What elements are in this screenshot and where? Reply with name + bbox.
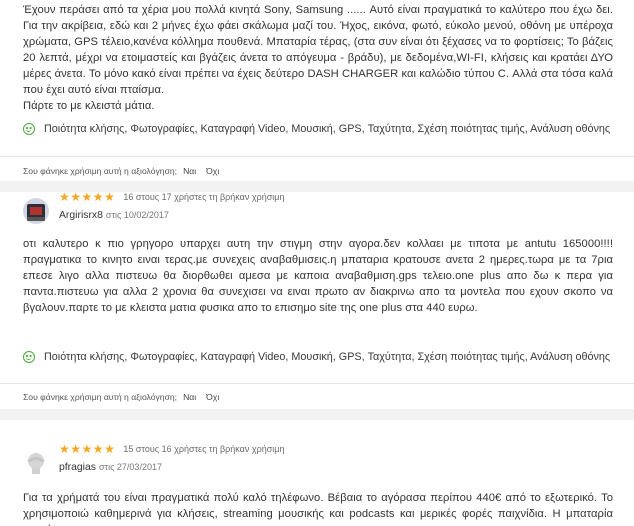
review-author: Argirisrx8 στις 10/02/2017 xyxy=(59,210,169,221)
star-icon: ★ xyxy=(104,442,115,456)
smile-icon xyxy=(23,123,35,135)
helpful-no-link[interactable]: Όχι xyxy=(206,392,219,402)
review-author: pfragias στις 27/03/2017 xyxy=(59,462,162,473)
author-name-link[interactable]: pfragias xyxy=(59,462,96,473)
review-2-helpful: Σου φάνηκε χρήσιμη αυτή η αξιολόγηση; Να… xyxy=(23,391,229,403)
smile-icon xyxy=(23,351,35,363)
rating-stars: ★ ★ ★ ★ ★ 16 στους 17 χρήστες τη βρήκαν … xyxy=(59,190,284,204)
helpful-yes-link[interactable]: Ναι xyxy=(183,392,196,402)
avatar xyxy=(23,198,49,224)
author-name-link[interactable]: Argirisrx8 xyxy=(59,210,103,221)
review-2-body: οτι καλυτερο κ πιο γρηγορο υπαρχει αυτη … xyxy=(23,236,613,316)
review-3-text: Για τα χρήματά του είναι πραγματικά πολύ… xyxy=(23,492,613,526)
helpful-question: Σου φάνηκε χρήσιμη αυτή η αξιολόγηση; xyxy=(23,166,178,176)
review-1-body: Έχουν περάσει από τα χέρια μου πολλά κιν… xyxy=(23,2,613,114)
star-icon: ★ xyxy=(104,190,115,204)
review-separator xyxy=(0,409,634,420)
helpful-count: 16 στους 17 χρήστες τη βρήκαν χρήσιμη xyxy=(123,192,285,202)
star-icon: ★ xyxy=(81,442,93,456)
review-1-pros-text: Ποιότητα κλήσης, Φωτογραφίες, Καταγραφή … xyxy=(44,123,611,135)
review-1-text: Έχουν περάσει από τα χέρια μου πολλά κιν… xyxy=(23,4,613,112)
star-icon: ★ xyxy=(70,442,82,456)
helpful-count: 15 στους 16 χρήστες τη βρήκαν χρήσιμη xyxy=(123,444,285,454)
review-2-pros: Ποιότητα κλήσης, Φωτογραφίες, Καταγραφή … xyxy=(23,349,610,365)
review-date: στις 27/03/2017 xyxy=(98,462,162,472)
helpful-yes-link[interactable]: Ναι xyxy=(183,166,196,176)
review-3-body: Για τα χρήματά του είναι πραγματικά πολύ… xyxy=(23,490,613,526)
star-icon: ★ xyxy=(70,190,82,204)
star-icon: ★ xyxy=(92,442,104,456)
star-icon: ★ xyxy=(81,190,93,204)
helpful-question: Σου φάνηκε χρήσιμη αυτή η αξιολόγηση; xyxy=(23,392,178,402)
avatar xyxy=(23,450,49,476)
review-2-text: οτι καλυτερο κ πιο γρηγορο υπαρχει αυτη … xyxy=(23,238,613,314)
star-icon: ★ xyxy=(92,190,104,204)
review-3-header: ★ ★ ★ ★ ★ 15 στους 16 χρήστες τη βρήκαν … xyxy=(23,442,613,482)
star-icon: ★ xyxy=(59,190,70,204)
rating-stars: ★ ★ ★ ★ ★ 15 στους 16 χρήστες τη βρήκαν … xyxy=(59,442,284,456)
review-1-pros: Ποιότητα κλήσης, Φωτογραφίες, Καταγραφή … xyxy=(23,121,610,137)
review-2-pros-text: Ποιότητα κλήσης, Φωτογραφίες, Καταγραφή … xyxy=(44,351,611,363)
review-date: στις 10/02/2017 xyxy=(105,210,169,220)
review-2-header: ★ ★ ★ ★ ★ 16 στους 17 χρήστες τη βρήκαν … xyxy=(23,190,613,230)
divider xyxy=(0,156,634,157)
review-1-helpful: Σου φάνηκε χρήσιμη αυτή η αξιολόγηση; Να… xyxy=(23,165,229,177)
helpful-no-link[interactable]: Όχι xyxy=(206,166,219,176)
star-icon: ★ xyxy=(59,442,70,456)
divider xyxy=(0,383,634,384)
